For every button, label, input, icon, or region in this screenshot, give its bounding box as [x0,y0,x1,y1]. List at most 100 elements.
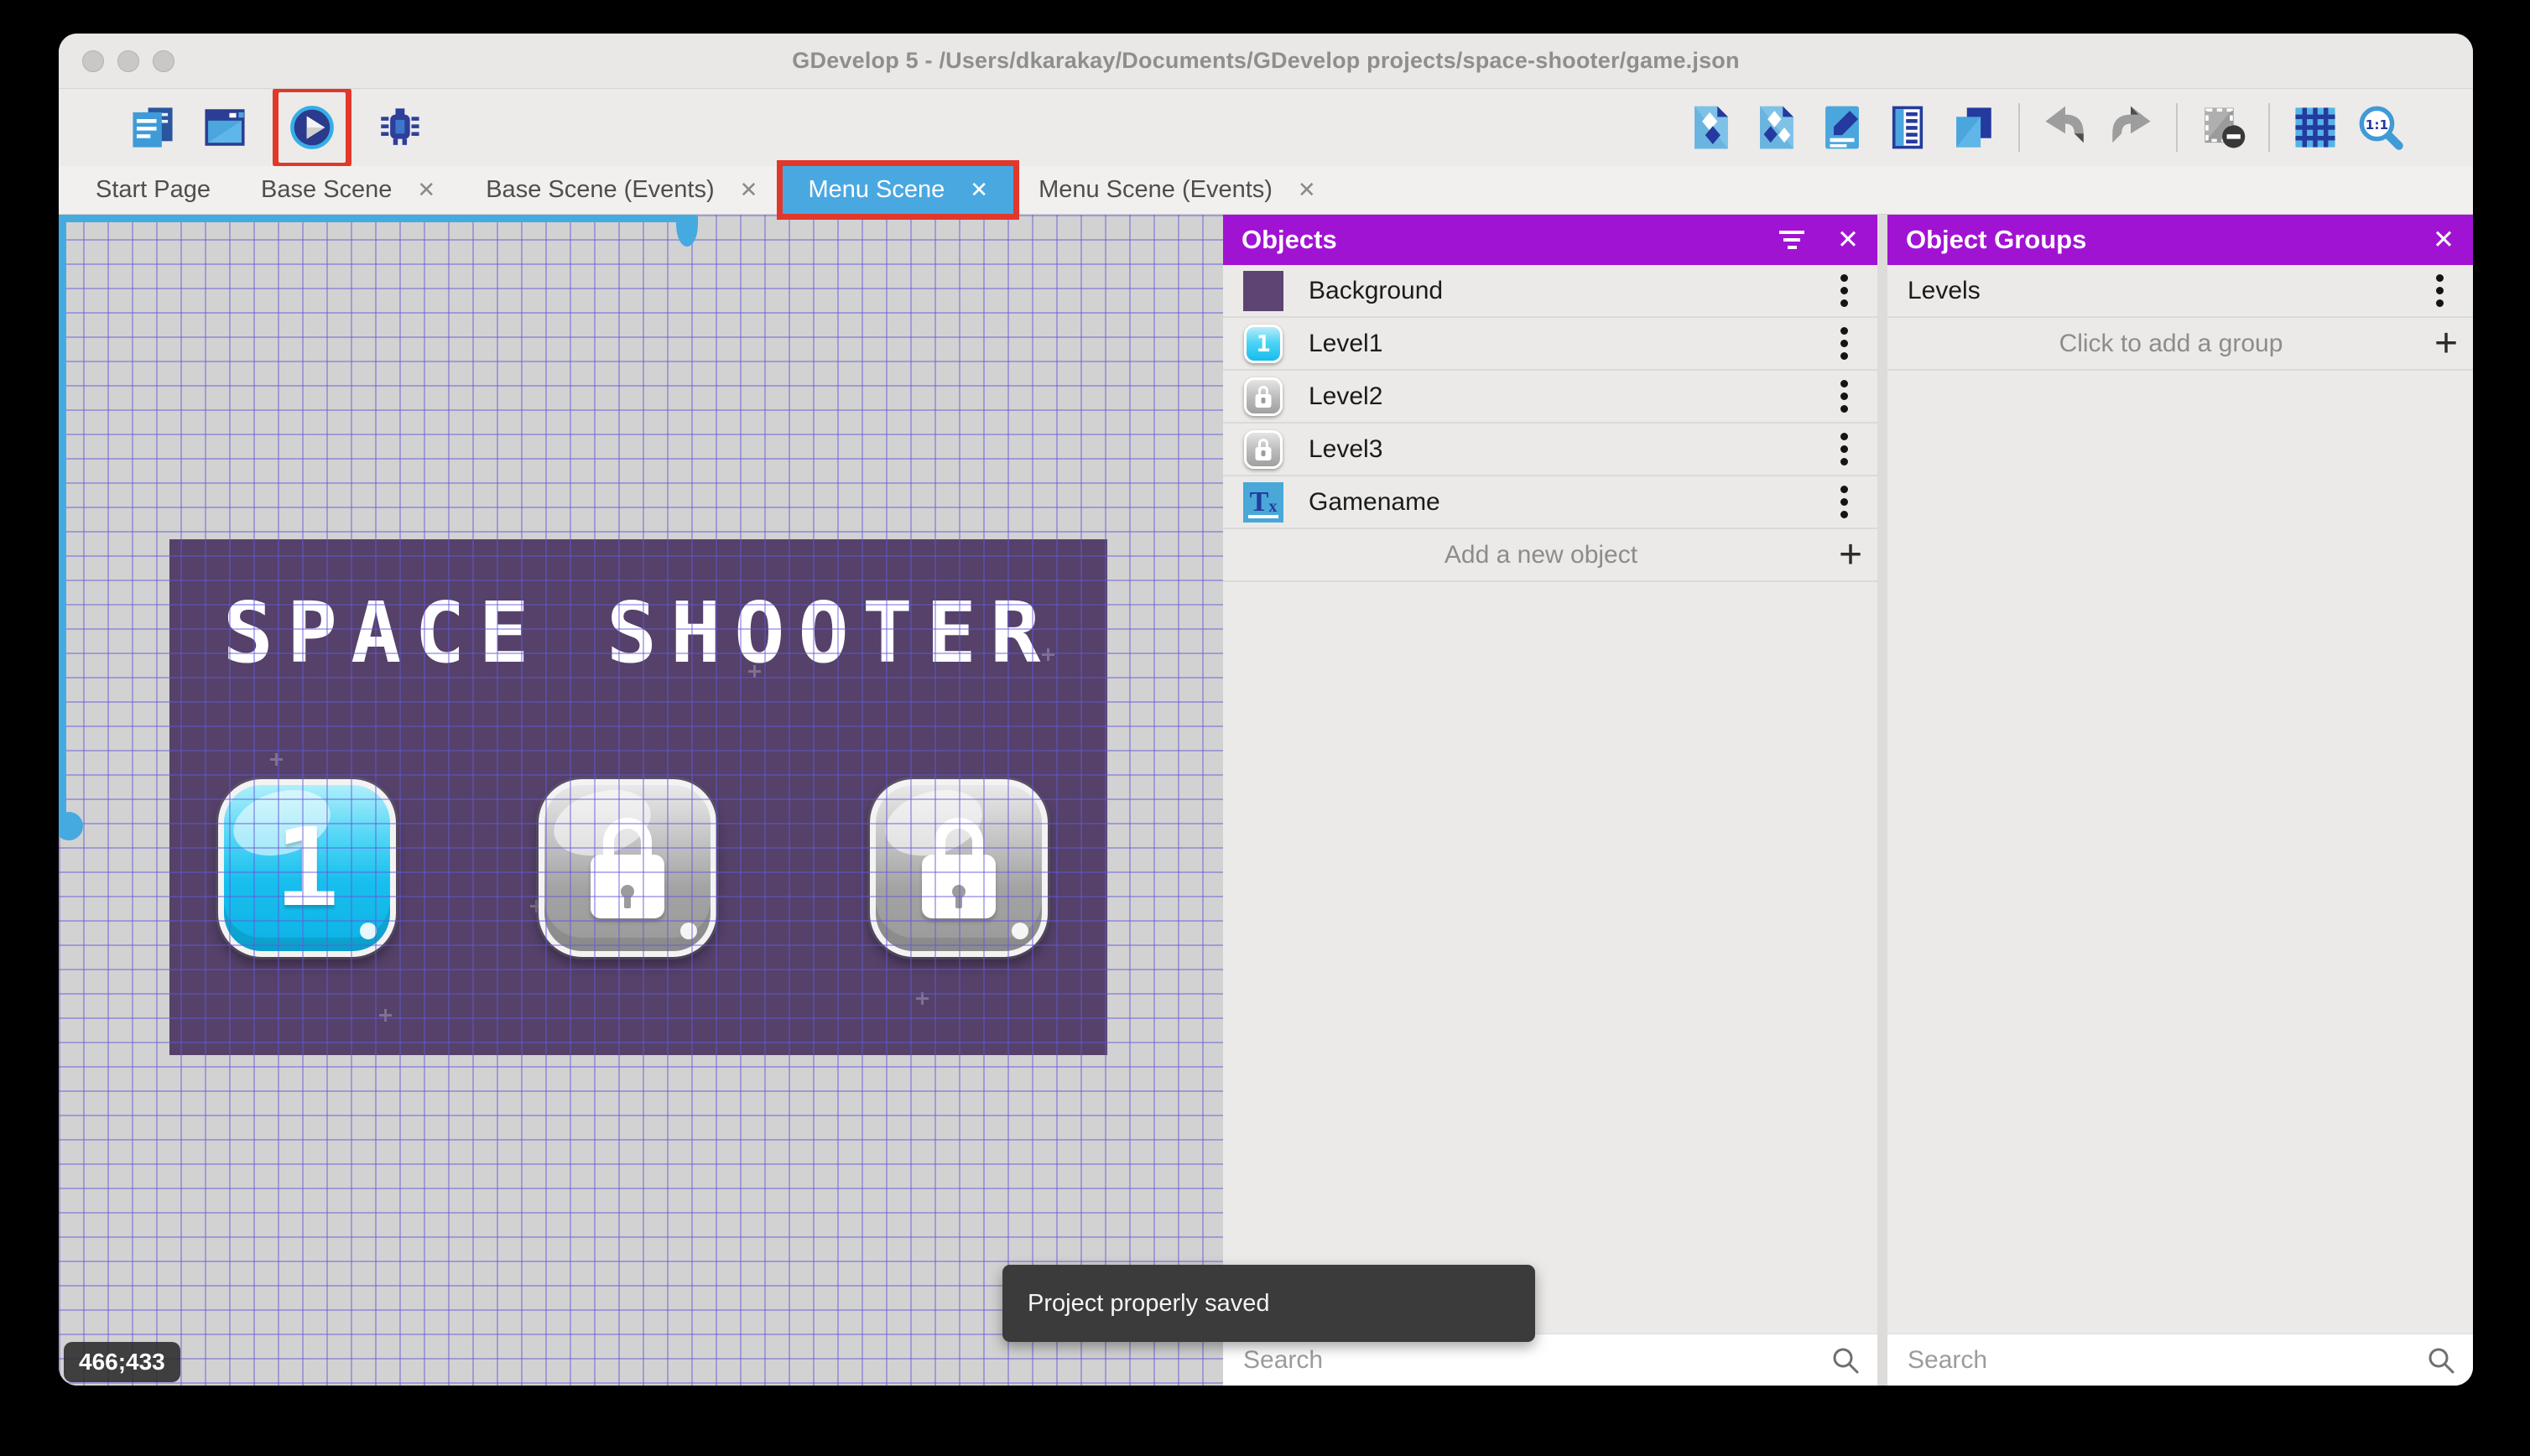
close-tab-icon[interactable]: ✕ [970,177,988,203]
svg-text:1:1: 1:1 [2366,117,2389,133]
text-object-thumbnail: Tx [1243,482,1283,523]
game-title-text-object[interactable]: SPACE SHOOTER [169,591,1107,675]
kebab-menu-icon[interactable] [1822,325,1866,362]
play-icon[interactable] [287,102,337,153]
tab-base-scene-events[interactable]: Base Scene (Events) ✕ [461,166,783,214]
add-new-object-label: Add a new object [1243,541,1839,569]
close-icon[interactable]: ✕ [1837,225,1859,255]
object-name: Gamename [1283,488,1822,517]
grid-icon[interactable] [2290,102,2340,153]
object-groups-panel: Object Groups ✕ Levels Click to add a gr… [1887,215,2473,1386]
add-new-object-row[interactable]: Add a new object + [1223,529,1877,582]
object-row-level3[interactable]: Level3 [1223,424,1877,476]
lock-icon [587,818,668,918]
close-tab-icon[interactable]: ✕ [1298,177,1316,203]
star-decoration [379,1009,392,1022]
titlebar: GDevelop 5 - /Users/dkarakay/Documents/G… [59,34,2473,89]
level1-digit: 1 [274,806,339,931]
play-button-highlight [279,92,346,163]
minimize-window-button[interactable] [117,50,139,72]
close-tab-icon[interactable]: ✕ [740,177,758,203]
level1-button-object[interactable]: 1 [218,779,396,957]
locked-button-thumbnail [1243,429,1283,470]
toast-message: Project properly saved [1028,1290,1270,1318]
kebab-menu-icon[interactable] [1822,430,1866,468]
object-name: Level1 [1283,330,1822,358]
tab-base-scene[interactable]: Base Scene ✕ [236,166,461,214]
kebab-menu-icon[interactable] [1822,377,1866,415]
objects-panel-header: Objects ✕ [1223,215,1877,265]
layers-icon[interactable] [1948,102,1998,153]
level3-locked-button-object[interactable] [870,779,1048,957]
object-groups-search-input[interactable] [1908,1346,2426,1375]
window-title: GDevelop 5 - /Users/dkarakay/Documents/G… [792,48,1739,74]
close-tab-icon[interactable]: ✕ [417,177,435,203]
object-name: Level2 [1283,382,1822,411]
cursor-coordinates-badge: 466;433 [64,1342,180,1382]
undo-icon[interactable] [2040,102,2090,153]
panel-divider [1877,215,1887,1386]
tab-menu-scene[interactable]: Menu Scene ✕ [783,166,1013,214]
object-groups-panel-title: Object Groups [1906,225,2433,255]
tab-bar: Start Page Base Scene ✕ Base Scene (Even… [59,166,2473,215]
object-row-level2[interactable]: Level2 [1223,371,1877,424]
star-decoration [1042,648,1054,661]
scene-editor-canvas[interactable]: SPACE SHOOTER 1 [59,215,1223,1386]
object-row-background[interactable]: Background [1223,265,1877,318]
toolbar-separator [2018,103,2020,152]
tab-label: Start Page [96,176,211,204]
project-manager-icon[interactable] [128,102,178,153]
object-groups-panel-empty-area [1887,371,2473,1334]
object-row-level1[interactable]: 1 Level1 [1223,318,1877,371]
horizontal-scroll-line [59,215,688,222]
maximize-window-button[interactable] [153,50,174,72]
kebab-menu-icon[interactable] [1822,272,1866,309]
level2-locked-button-object[interactable] [539,779,716,957]
kebab-menu-icon[interactable] [2418,272,2461,309]
object-groups-search-bar [1887,1334,2473,1386]
search-icon [2426,1345,2456,1375]
tab-menu-scene-events[interactable]: Menu Scene (Events) ✕ [1013,166,1341,214]
properties-icon[interactable] [1817,102,1867,153]
gdevelop-window: GDevelop 5 - /Users/dkarakay/Documents/G… [59,34,2473,1386]
objects-icon[interactable] [1686,102,1736,153]
tab-label: Base Scene [261,176,392,204]
group-row-levels[interactable]: Levels [1887,265,2473,318]
scene-background-object[interactable]: SPACE SHOOTER 1 [169,539,1107,1055]
star-decoration [916,992,929,1005]
tab-label: Menu Scene (Events) [1039,176,1273,204]
redo-icon[interactable] [2106,102,2156,153]
toolbar: 1:1 [59,89,2473,166]
star-decoration [748,665,761,678]
star-decoration [270,753,283,766]
vertical-scroll-handle[interactable] [59,812,83,840]
filter-icon[interactable] [1775,226,1809,253]
zoom-1-1-icon[interactable]: 1:1 [2356,102,2406,153]
add-group-row[interactable]: Click to add a group + [1887,318,2473,371]
object-name: Background [1283,277,1822,305]
render-options-icon[interactable] [2198,102,2248,153]
group-name: Levels [1908,277,2418,305]
object-groups-icon[interactable] [1752,102,1802,153]
horizontal-scroll-handle[interactable] [676,215,698,247]
background-thumbnail [1243,271,1283,311]
object-groups-panel-header: Object Groups ✕ [1887,215,2473,265]
objects-panel-title: Objects [1242,225,1775,255]
level1-button-thumbnail: 1 [1243,324,1283,364]
objects-panel-empty-area [1223,582,1877,1334]
instances-list-icon[interactable] [1882,102,1933,153]
kebab-menu-icon[interactable] [1822,483,1866,521]
debugger-icon[interactable] [374,102,424,153]
plus-icon[interactable]: + [1839,538,1862,572]
plus-icon[interactable]: + [2434,327,2458,361]
close-window-button[interactable] [82,50,104,72]
object-row-gamename[interactable]: Tx Gamename [1223,476,1877,529]
traffic-lights [82,50,174,72]
add-group-label: Click to add a group [1908,330,2434,358]
tab-start-page[interactable]: Start Page [70,166,236,214]
tab-label: Menu Scene [808,176,945,204]
close-icon[interactable]: ✕ [2433,225,2455,255]
scene-window-icon[interactable] [200,102,250,153]
object-name: Level3 [1283,435,1822,464]
objects-search-input[interactable] [1243,1346,1830,1375]
